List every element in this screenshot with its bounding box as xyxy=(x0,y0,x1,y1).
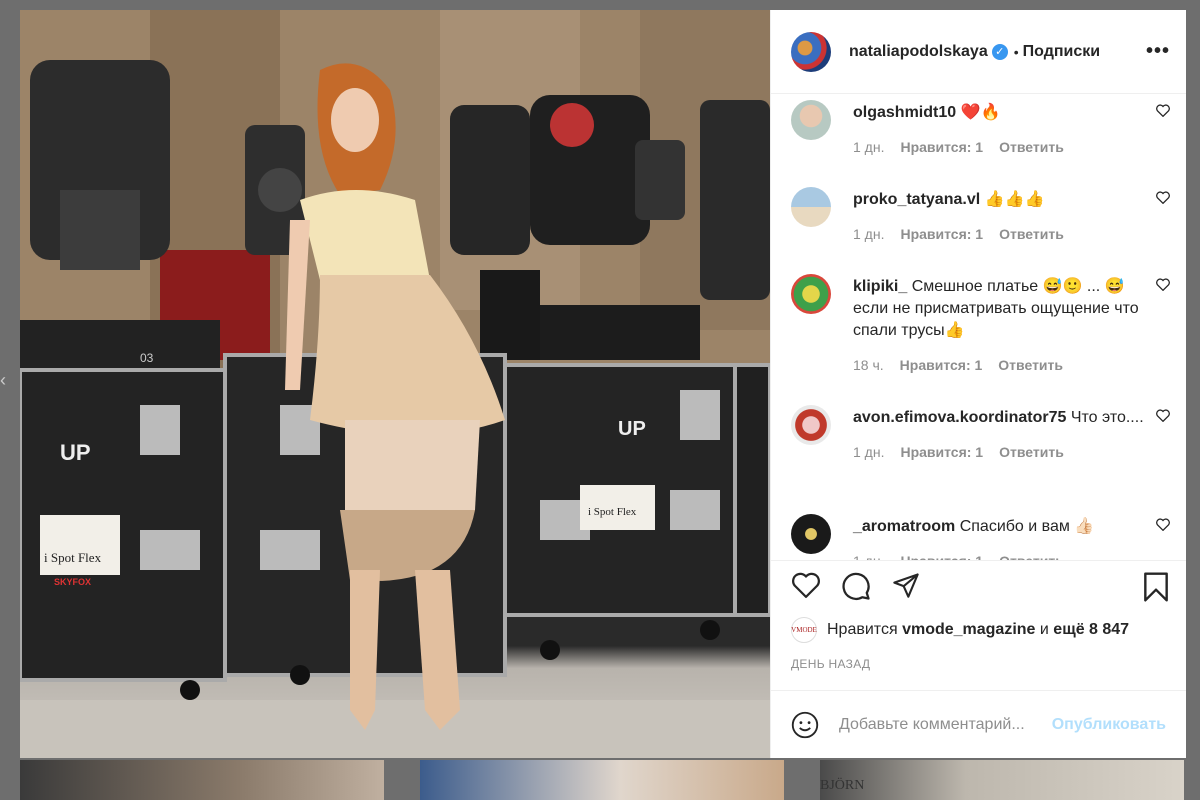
reply-button[interactable]: Ответить xyxy=(999,223,1064,245)
comment-like-heart-icon[interactable] xyxy=(1148,191,1170,245)
comment-item: avon.efimova.koordinator75 Что это.... 1… xyxy=(791,405,1170,463)
grid-thumbnail[interactable] xyxy=(420,760,784,800)
comment-likes[interactable]: Нравится: 1 xyxy=(900,136,983,158)
author-username[interactable]: nataliapodolskaya xyxy=(849,43,988,61)
comment-like-heart-icon[interactable] xyxy=(1148,278,1170,376)
comment-username[interactable]: avon.efimova.koordinator75 xyxy=(853,409,1066,426)
reply-button[interactable]: Ответить xyxy=(998,354,1063,376)
commenter-avatar[interactable] xyxy=(791,405,831,445)
reply-button[interactable]: Ответить xyxy=(999,136,1064,158)
more-options-icon[interactable]: ••• xyxy=(1146,40,1170,63)
comment-likes[interactable]: Нравится: 1 xyxy=(900,550,983,560)
comments-list: olgashmidt10 ❤️🔥 1 дн. Нравится: 1 Ответ… xyxy=(771,94,1186,560)
publish-button[interactable]: Опубликовать xyxy=(1052,716,1166,734)
commenter-avatar[interactable] xyxy=(791,514,831,554)
comment-time[interactable]: 18 ч. xyxy=(853,354,884,376)
share-send-icon[interactable] xyxy=(891,571,921,599)
comment-item: proko_tatyana.vl 👍👍👍 1 дн. Нравится: 1 О… xyxy=(791,187,1170,245)
commenter-avatar[interactable] xyxy=(791,187,831,227)
likes-summary: VMODE Нравится vmode_magazine и ещё 8 84… xyxy=(791,617,1129,643)
comment-username[interactable]: klipiki_ xyxy=(853,278,907,295)
photo-illustration: UP UP i Spot Flex i Spot Flex SKYFOX 03 xyxy=(20,10,770,758)
comment-time[interactable]: 1 дн. xyxy=(853,441,884,463)
commenter-avatar[interactable] xyxy=(791,100,831,140)
comment-text: ❤️🔥 xyxy=(960,104,1001,121)
grid-thumbnail[interactable] xyxy=(20,760,384,800)
author-avatar[interactable] xyxy=(791,31,831,72)
comment-time[interactable]: 1 дн. xyxy=(853,550,884,560)
post-header: nataliapodolskaya ✓ • Подписки ••• xyxy=(771,10,1186,94)
case-label-right: i Spot Flex xyxy=(588,506,637,518)
verified-badge-icon: ✓ xyxy=(991,43,1008,60)
liker-username[interactable]: vmode_magazine xyxy=(902,621,1035,639)
brand-label: SKYFOX xyxy=(54,577,91,587)
likes-count[interactable]: ещё 8 847 xyxy=(1053,621,1129,639)
comment-text: Что это.... xyxy=(1070,409,1144,426)
save-bookmark-icon[interactable] xyxy=(1142,571,1170,603)
comment-likes[interactable]: Нравится: 1 xyxy=(900,354,983,376)
comment-username[interactable]: proko_tatyana.vl xyxy=(853,191,980,208)
post-side-panel: nataliapodolskaya ✓ • Подписки ••• olgas… xyxy=(770,10,1186,758)
comment-username[interactable]: olgashmidt10 xyxy=(853,104,956,121)
likes-middle: и xyxy=(1039,621,1049,638)
grid-thumbnail[interactable] xyxy=(820,760,1184,800)
prev-post-arrow-icon[interactable]: ‹ xyxy=(0,370,6,391)
post-date[interactable]: ДЕНЬ НАЗАД xyxy=(791,657,870,671)
post-modal: UP UP i Spot Flex i Spot Flex SKYFOX 03 … xyxy=(20,10,1186,758)
reply-button[interactable]: Ответить xyxy=(999,550,1064,560)
comment-text: 👍👍👍 xyxy=(984,191,1045,208)
case-up-text-right: UP xyxy=(618,418,646,440)
post-photo: UP UP i Spot Flex i Spot Flex SKYFOX 03 xyxy=(20,10,770,758)
emoji-icon[interactable] xyxy=(791,711,819,739)
comment-bubble-icon[interactable] xyxy=(841,571,871,601)
comment-time[interactable]: 1 дн. xyxy=(853,223,884,245)
add-comment-bar: Опубликовать xyxy=(771,690,1186,758)
comment-like-heart-icon[interactable] xyxy=(1148,104,1170,158)
case-number: 03 xyxy=(140,351,154,365)
thumbnail-text: BJÖRN xyxy=(820,778,865,793)
likes-prefix: Нравится xyxy=(827,621,898,638)
comment-item: klipiki_ Смешное платье 😅🙂 ... 😅 если не… xyxy=(791,274,1170,376)
commenter-avatar[interactable] xyxy=(791,274,831,314)
post-actions: VMODE Нравится vmode_magazine и ещё 8 84… xyxy=(771,560,1186,690)
comment-like-heart-icon[interactable] xyxy=(1148,518,1170,560)
comment-likes[interactable]: Нравится: 1 xyxy=(900,223,983,245)
reply-button[interactable]: Ответить xyxy=(999,441,1064,463)
comment-username[interactable]: _aromatroom xyxy=(853,518,955,535)
case-label-left: i Spot Flex xyxy=(44,550,102,565)
case-up-text-left: UP xyxy=(60,440,91,465)
comment-like-heart-icon[interactable] xyxy=(1148,409,1170,463)
comment-text: Спасибо и вам 👍🏻 xyxy=(959,518,1095,535)
liker-avatar[interactable]: VMODE xyxy=(791,617,817,643)
header-separator: • xyxy=(1013,43,1019,60)
comment-time[interactable]: 1 дн. xyxy=(853,136,884,158)
comment-item: olgashmidt10 ❤️🔥 1 дн. Нравится: 1 Ответ… xyxy=(791,100,1170,158)
comment-input[interactable] xyxy=(839,715,1052,734)
comment-item: _aromatroom Спасибо и вам 👍🏻 1 дн. Нрави… xyxy=(791,514,1170,560)
comment-likes[interactable]: Нравится: 1 xyxy=(900,441,983,463)
like-heart-icon[interactable] xyxy=(791,571,821,599)
following-button[interactable]: Подписки xyxy=(1023,43,1100,61)
